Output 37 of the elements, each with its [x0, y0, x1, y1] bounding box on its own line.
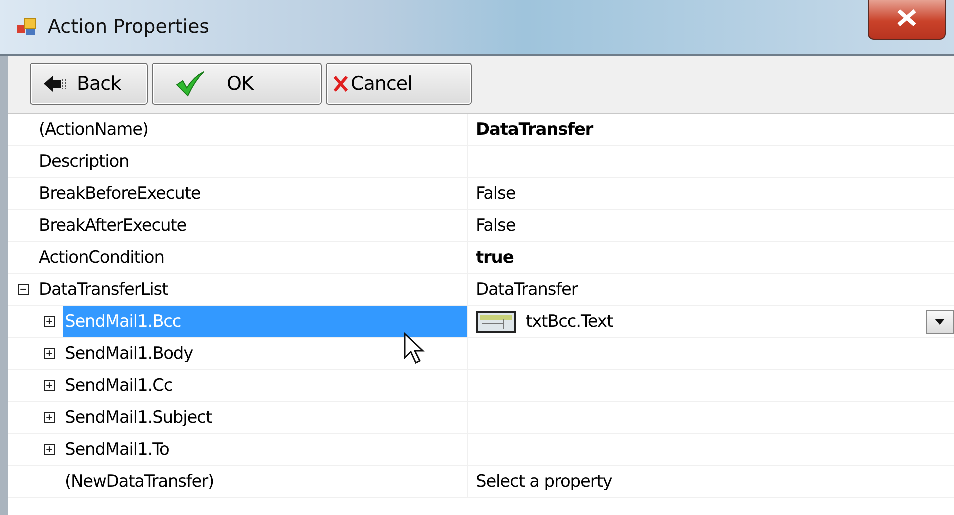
arrow-left-icon: [43, 74, 69, 94]
cross-icon: [333, 75, 349, 93]
expand-icon[interactable]: [44, 348, 55, 359]
back-button[interactable]: Back: [30, 63, 148, 105]
window-title: Action Properties: [48, 16, 210, 38]
property-name[interactable]: ActionCondition: [37, 244, 166, 272]
caret-icon: [935, 318, 945, 324]
property-name[interactable]: DataTransferList: [37, 276, 170, 304]
property-value[interactable]: txtBcc.Text: [526, 312, 613, 332]
property-name[interactable]: SendMail1.Cc: [63, 372, 175, 400]
check-icon: [175, 71, 205, 97]
close-button[interactable]: [868, 0, 946, 40]
expand-icon[interactable]: [44, 316, 55, 327]
dropdown-button[interactable]: [926, 310, 954, 334]
property-name[interactable]: (NewDataTransfer): [63, 468, 216, 496]
property-value[interactable]: False: [476, 184, 516, 204]
collapse-icon[interactable]: [18, 284, 29, 295]
expand-icon[interactable]: [44, 412, 55, 423]
expand-icon[interactable]: [44, 380, 55, 391]
textbox-icon: [476, 310, 516, 332]
property-value[interactable]: False: [476, 216, 516, 236]
property-value[interactable]: DataTransfer: [476, 280, 578, 300]
cancel-button[interactable]: Cancel: [326, 63, 472, 105]
close-icon: [896, 8, 918, 28]
property-name[interactable]: SendMail1.Subject: [63, 404, 214, 432]
window-icon: [16, 17, 38, 37]
property-value[interactable]: true: [476, 248, 514, 268]
property-name[interactable]: Description: [37, 148, 132, 176]
property-value[interactable]: DataTransfer: [476, 120, 594, 140]
property-name[interactable]: SendMail1.Body: [63, 340, 196, 368]
property-name[interactable]: SendMail1.To: [63, 436, 172, 464]
property-name[interactable]: BreakBeforeExecute: [37, 180, 203, 208]
ok-button[interactable]: OK: [152, 63, 322, 105]
property-name[interactable]: BreakAfterExecute: [37, 212, 189, 240]
expand-icon[interactable]: [44, 444, 55, 455]
property-name[interactable]: (ActionName): [37, 116, 150, 144]
property-value[interactable]: Select a property: [476, 472, 612, 492]
